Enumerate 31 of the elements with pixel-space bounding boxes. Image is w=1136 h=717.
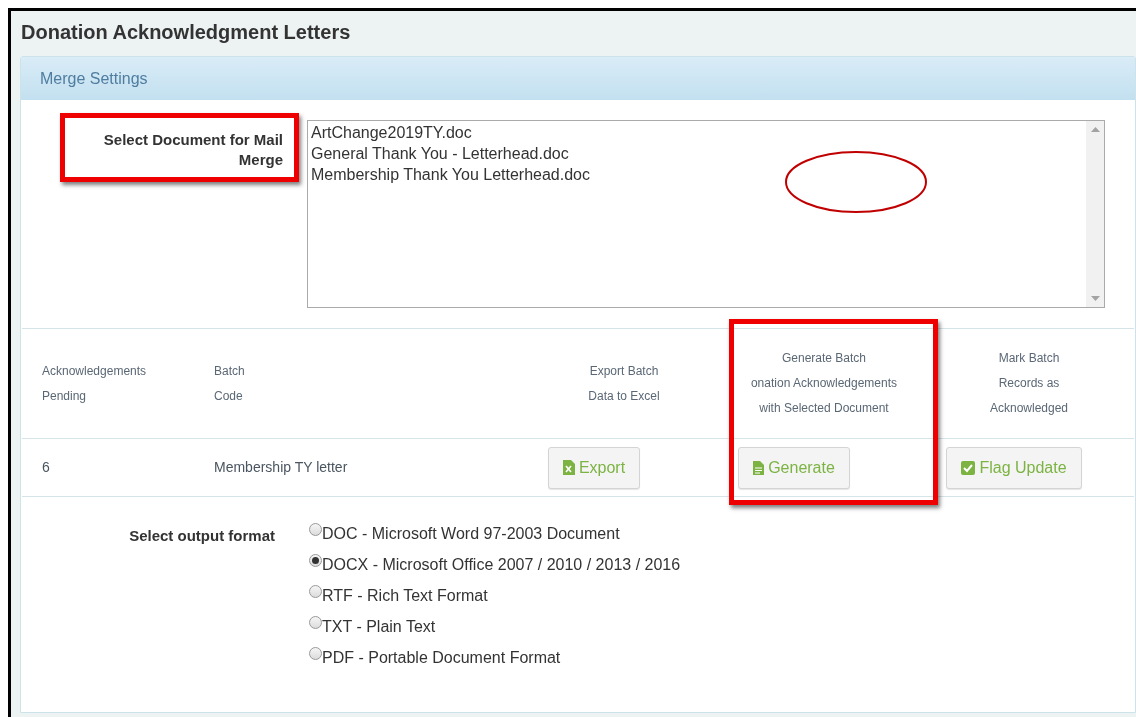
field-label: Select Document for Mail Merge bbox=[102, 130, 283, 170]
scroll-up-icon[interactable] bbox=[1090, 127, 1100, 132]
spreadsheet-file-icon bbox=[562, 460, 575, 475]
radio-label: DOC - Microsoft Word 97-2003 Document bbox=[322, 524, 620, 544]
radio-label: RTF - Rich Text Format bbox=[322, 586, 488, 606]
table-cell: 6 bbox=[42, 459, 50, 475]
radio-button[interactable] bbox=[309, 647, 322, 660]
column-header: Mark Batch Records as Acknowledged bbox=[989, 350, 1069, 417]
radio-button[interactable] bbox=[309, 616, 322, 629]
list-option[interactable]: General Thank You - Letterhead.doc bbox=[311, 143, 569, 164]
column-header: Generate Batch onation Acknowledgements with Selected Document bbox=[750, 350, 898, 417]
list-option[interactable]: Membership Thank You Letterhead.doc bbox=[311, 164, 590, 185]
panel-title: Merge Settings bbox=[40, 68, 148, 89]
radio-button[interactable] bbox=[309, 523, 322, 536]
radio-button[interactable] bbox=[309, 554, 322, 567]
page-title: Donation Acknowledgment Letters bbox=[20, 20, 352, 45]
column-header: Export Batch Data to Excel bbox=[588, 362, 660, 405]
checkbox-icon bbox=[961, 460, 976, 475]
radio-label: PDF - Portable Document Format bbox=[322, 648, 561, 668]
scrollbar[interactable] bbox=[1086, 121, 1104, 307]
radio-button[interactable] bbox=[309, 585, 322, 598]
document-icon bbox=[753, 460, 765, 475]
document-listbox[interactable]: ArtChange2019TY.doc General Thank You - Letterhead.doc Membership Thank You Letterhead.doc bbox=[307, 120, 1105, 308]
column-header: Acknowledgements Pending bbox=[42, 362, 147, 405]
radio-label: TXT - Plain Text bbox=[322, 617, 436, 637]
table-cell: Membership TY letter bbox=[214, 459, 348, 475]
scroll-down-icon[interactable] bbox=[1090, 296, 1100, 301]
column-header: Batch Code bbox=[214, 362, 245, 405]
list-option[interactable]: ArtChange2019TY.doc bbox=[311, 122, 472, 143]
field-label: Select output format bbox=[129, 526, 275, 546]
radio-label: DOCX - Microsoft Office 2007 / 2010 / 2013 / 2016 bbox=[322, 555, 681, 575]
